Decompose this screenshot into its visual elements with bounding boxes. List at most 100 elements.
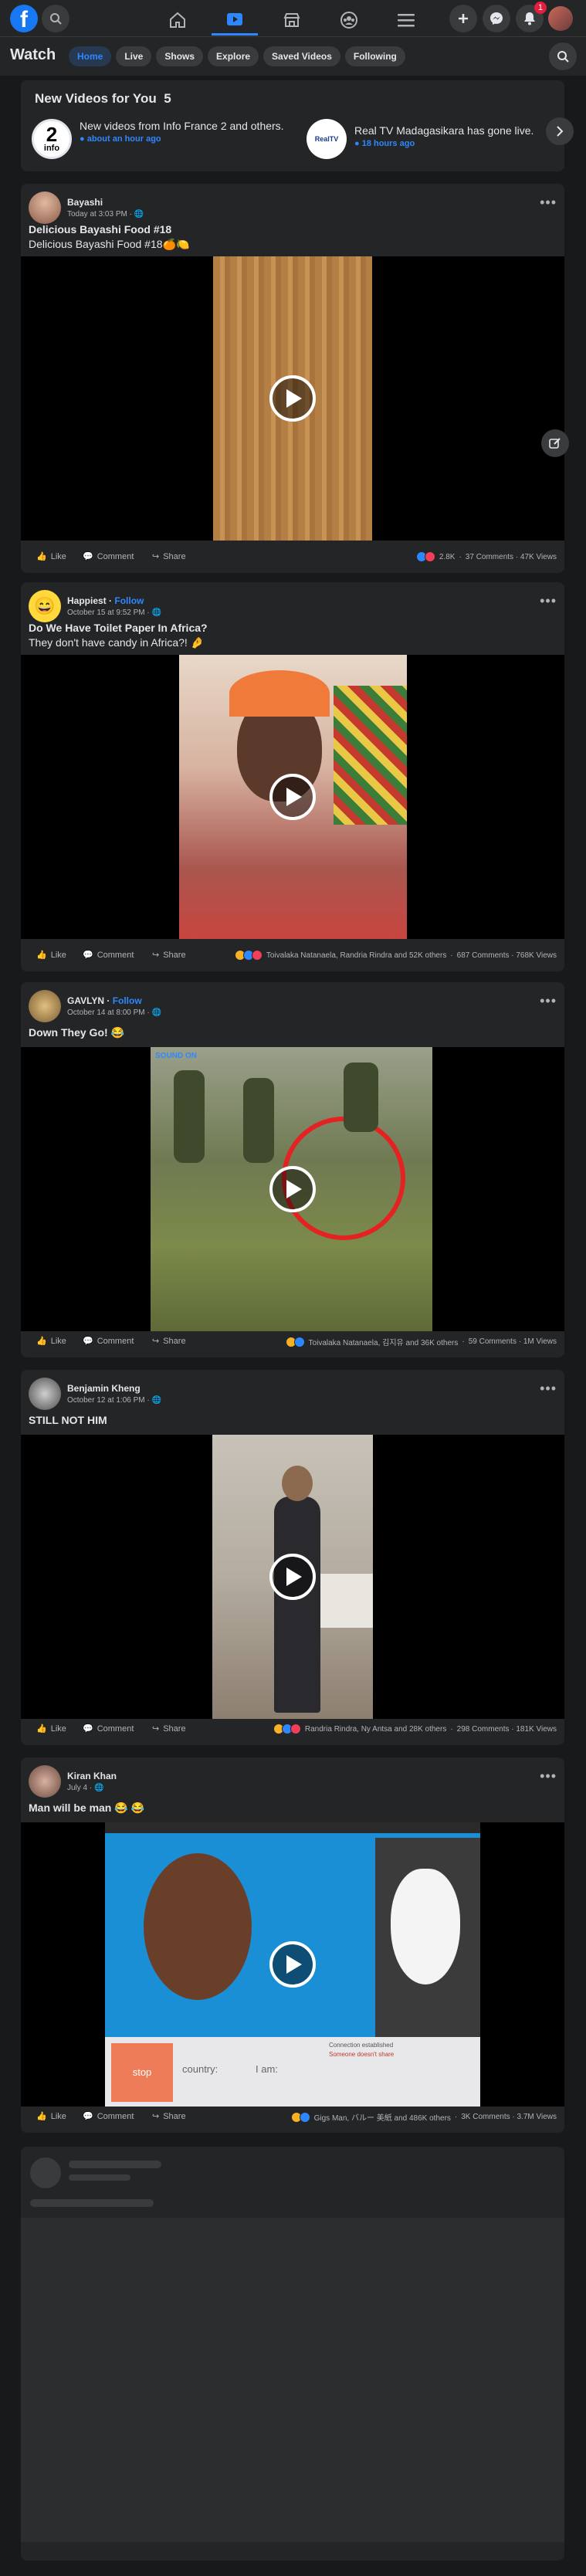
post-time[interactable]: October 15 at 9:52 PM · 🌐	[67, 608, 161, 617]
skeleton-line	[69, 2161, 161, 2168]
author-name[interactable]: GAVLYN · Follow	[67, 995, 161, 1006]
post-time[interactable]: Today at 3:03 PM · 🌐	[67, 210, 144, 219]
more-options-icon[interactable]: •••	[540, 1381, 557, 1397]
search-icon[interactable]	[42, 5, 69, 32]
comment-button[interactable]: 💬 Comment	[83, 2111, 134, 2122]
skeleton-avatar	[30, 2157, 61, 2188]
share-icon: ↪	[152, 1337, 160, 1346]
follow-button[interactable]: Follow	[113, 995, 142, 1006]
author-avatar[interactable]	[29, 192, 61, 224]
share-button[interactable]: ↪ Share	[152, 1336, 186, 1347]
new-video-item[interactable]: 2 info New videos from Info France 2 and…	[32, 119, 294, 159]
comment-icon: 💬	[83, 1337, 93, 1346]
like-button[interactable]: 👍 Like	[36, 1724, 66, 1734]
share-button[interactable]: ↪ Share	[152, 551, 186, 562]
globe-icon: 🌐	[151, 1008, 161, 1017]
author-avatar[interactable]	[29, 1378, 61, 1410]
play-icon[interactable]	[269, 1166, 316, 1212]
facebook-logo[interactable]: f	[10, 5, 38, 32]
comment-button[interactable]: 💬 Comment	[83, 551, 134, 562]
share-button[interactable]: ↪ Share	[152, 1724, 186, 1734]
post-time[interactable]: July 4 · 🌐	[67, 1784, 117, 1792]
author-name[interactable]: Bayashi	[67, 197, 144, 208]
create-icon[interactable]	[449, 5, 477, 32]
post-time[interactable]: October 12 at 1:06 PM · 🌐	[67, 1396, 161, 1405]
like-button[interactable]: 👍 Like	[36, 950, 66, 961]
more-options-icon[interactable]: •••	[540, 993, 557, 1009]
tab-shows[interactable]: Shows	[156, 46, 204, 66]
globe-icon: 🌐	[151, 608, 161, 617]
play-icon[interactable]	[269, 774, 316, 820]
author-avatar[interactable]: 😄	[29, 590, 61, 622]
like-button[interactable]: 👍 Like	[36, 1336, 66, 1347]
comment-icon: 💬	[83, 552, 93, 561]
thumbs-up-icon: 👍	[36, 1337, 47, 1346]
author-name[interactable]: Kiran Khan	[67, 1771, 117, 1781]
video-player[interactable]	[21, 256, 564, 541]
sound-on-label: SOUND ON	[155, 1052, 197, 1060]
video-player[interactable]: SOUND ON	[21, 1047, 564, 1331]
profile-avatar[interactable]	[548, 6, 573, 31]
more-options-icon[interactable]: •••	[540, 1768, 557, 1785]
tab-live[interactable]: Live	[116, 46, 152, 66]
marketplace-icon[interactable]	[269, 5, 315, 36]
home-icon[interactable]	[154, 5, 201, 36]
watch-icon[interactable]	[212, 5, 258, 36]
new-video-item[interactable]: RealTV Real TV Madagasikara has gone liv…	[307, 119, 538, 159]
follow-button[interactable]: Follow	[114, 595, 144, 606]
video-player[interactable]	[21, 1435, 564, 1719]
video-player[interactable]: stop country: I am: Connection establish…	[21, 1822, 564, 2107]
post-header: Bayashi Today at 3:03 PM · 🌐	[29, 192, 144, 224]
watch-search-icon[interactable]	[549, 42, 577, 70]
like-button[interactable]: 👍 Like	[36, 2111, 66, 2122]
tab-explore[interactable]: Explore	[208, 46, 259, 66]
comment-icon: 💬	[83, 951, 93, 960]
play-icon[interactable]	[269, 375, 316, 422]
author-avatar[interactable]	[29, 1765, 61, 1798]
post-time[interactable]: October 14 at 8:00 PM · 🌐	[67, 1008, 161, 1017]
share-button[interactable]: ↪ Share	[152, 2111, 186, 2122]
loading-post-placeholder	[21, 2147, 564, 2561]
author-avatar[interactable]	[29, 990, 61, 1022]
new-videos-title: New Videos for You 5	[35, 91, 171, 106]
messenger-icon[interactable]	[483, 5, 510, 32]
new-video-text: New videos from Info France 2 and others…	[80, 120, 284, 132]
chat-iam-label: I am:	[256, 2063, 278, 2075]
tab-saved-videos[interactable]: Saved Videos	[263, 46, 340, 66]
chevron-right-icon[interactable]	[546, 117, 574, 145]
share-icon: ↪	[152, 951, 160, 960]
reactions-icons	[415, 551, 435, 562]
play-icon[interactable]	[269, 1554, 316, 1600]
notifications-icon[interactable]: 1	[516, 2, 547, 32]
video-player[interactable]	[21, 655, 564, 939]
chat-status-sub: Someone doesn't share	[329, 2051, 395, 2058]
author-name[interactable]: Happiest · Follow	[67, 595, 161, 606]
share-icon: ↪	[152, 552, 160, 561]
author-name[interactable]: Benjamin Kheng	[67, 1383, 161, 1394]
tab-home[interactable]: Home	[69, 46, 112, 66]
menu-icon[interactable]	[383, 5, 429, 36]
comment-button[interactable]: 💬 Comment	[83, 950, 134, 961]
chat-stop-button: stop	[111, 2043, 173, 2102]
play-icon[interactable]	[269, 1941, 316, 1988]
more-options-icon[interactable]: •••	[540, 195, 557, 211]
comment-button[interactable]: 💬 Comment	[83, 1724, 134, 1734]
post-stats: Toivalaka Natanaela, Randria Rindra and …	[234, 950, 557, 961]
video-post: Kiran Khan July 4 · 🌐 ••• Man will be ma…	[21, 1757, 564, 2133]
tab-following[interactable]: Following	[344, 46, 405, 66]
skeleton-line	[69, 2174, 130, 2181]
chat-country-label: country:	[182, 2063, 218, 2075]
thumbs-up-icon: 👍	[36, 2112, 47, 2121]
reactions-icons	[234, 950, 263, 961]
post-header: 😄 Happiest · Follow October 15 at 9:52 P…	[29, 590, 161, 622]
new-message-icon[interactable]	[541, 429, 569, 457]
video-post: 😄 Happiest · Follow October 15 at 9:52 P…	[21, 582, 564, 971]
share-button[interactable]: ↪ Share	[152, 950, 186, 961]
groups-icon[interactable]	[326, 5, 372, 36]
more-options-icon[interactable]: •••	[540, 593, 557, 609]
post-title: Man will be man 😂 😂	[29, 1802, 144, 1814]
real-tv-logo: RealTV	[307, 119, 347, 159]
comment-button[interactable]: 💬 Comment	[83, 1336, 134, 1347]
like-button[interactable]: 👍 Like	[36, 551, 66, 562]
post-footer: 👍 Like 💬 Comment ↪ Share Randria Rindra, Ny…	[21, 1714, 564, 1745]
